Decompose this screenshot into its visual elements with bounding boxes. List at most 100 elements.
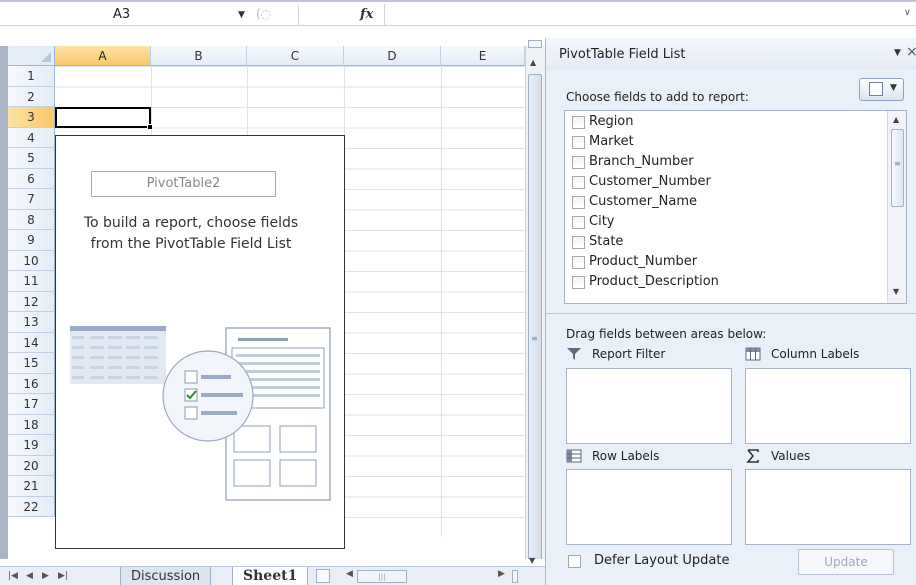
row-header[interactable]: 15 (8, 353, 55, 374)
row-header[interactable]: 4 (8, 127, 55, 148)
sigma-icon (746, 449, 759, 463)
filter-icon (567, 348, 581, 360)
window-left-edge (0, 46, 8, 559)
defer-layout-checkbox[interactable] (568, 555, 581, 568)
fields-scroll-thumb[interactable]: ≡ (891, 129, 904, 207)
drag-fields-label: Drag fields between areas below: (566, 327, 767, 341)
split-box[interactable] (528, 40, 542, 48)
pivot-table-name: PivotTable2 (91, 171, 276, 197)
next-sheet-icon[interactable]: ▶ (42, 569, 49, 583)
column-labels-icon (745, 347, 761, 361)
vertical-scroll-thumb[interactable]: ≡ (528, 74, 542, 559)
vertical-scrollbar[interactable]: ▲ ≡ (525, 46, 545, 559)
column-header-b[interactable]: B (151, 46, 247, 66)
field-checkbox[interactable] (572, 196, 585, 209)
scroll-left-icon[interactable]: ◀ (346, 569, 353, 579)
row-labels-icon (566, 449, 582, 463)
row-header[interactable]: 1 (8, 66, 55, 87)
formula-input[interactable] (384, 4, 904, 26)
report-filter-area[interactable] (566, 368, 732, 444)
expand-formula-bar-icon[interactable]: ∨ (904, 8, 911, 18)
chevron-down-icon: ▼ (890, 83, 897, 93)
fields-list[interactable]: Region Market Branch_Number Customer_Num… (564, 110, 907, 304)
row-header[interactable]: 14 (8, 332, 55, 353)
row-header[interactable]: 12 (8, 291, 55, 312)
column-header-a[interactable]: A (55, 46, 151, 66)
row-header[interactable]: 16 (8, 373, 55, 394)
field-checkbox[interactable] (572, 216, 585, 229)
row-header[interactable]: 6 (8, 168, 55, 189)
field-list-layout-button[interactable]: ▼ (859, 78, 904, 101)
grip-icon: ≡ (531, 334, 538, 343)
pivot-table-placeholder[interactable]: PivotTable2 To build a report, choose fi… (55, 135, 345, 549)
formula-bar: A3 ▼ (◌ fx ∨ (0, 0, 916, 26)
row-header[interactable]: 5 (8, 148, 55, 169)
field-checkbox[interactable] (572, 136, 585, 149)
prev-sheet-icon[interactable]: ◀ (26, 569, 33, 583)
formula-bar-circle-icon: (◌ (256, 7, 272, 21)
update-button[interactable]: Update (798, 549, 894, 575)
defer-layout-label: Defer Layout Update (594, 553, 730, 568)
select-all-button[interactable] (8, 46, 55, 66)
scroll-up-icon[interactable]: ▲ (893, 115, 899, 124)
layout-icon (869, 82, 883, 96)
choose-fields-label: Choose fields to add to report: (566, 90, 749, 104)
name-box[interactable]: A3 (18, 5, 218, 25)
row-header[interactable]: 17 (8, 394, 55, 415)
scroll-down-icon[interactable]: ▼ (893, 287, 899, 296)
panel-divider[interactable] (546, 313, 916, 314)
field-checkbox[interactable] (572, 156, 585, 169)
field-checkbox[interactable] (572, 236, 585, 249)
field-checkbox[interactable] (572, 116, 585, 129)
insert-function-button[interactable]: fx (360, 5, 373, 25)
row-header[interactable]: 19 (8, 435, 55, 456)
row-header-selected[interactable]: 3 (8, 107, 55, 128)
column-header-c[interactable]: C (247, 46, 344, 66)
scroll-up-icon[interactable]: ▲ (530, 58, 536, 67)
pivot-table-illustration-icon (70, 326, 331, 501)
row-header[interactable]: 7 (8, 189, 55, 210)
row-labels-area[interactable] (566, 469, 732, 545)
values-area[interactable] (745, 469, 911, 545)
row-header[interactable]: 9 (8, 230, 55, 251)
row-header[interactable]: 18 (8, 414, 55, 435)
fields-list-scrollbar[interactable]: ▲ ≡ ▼ (887, 111, 906, 303)
tab-sheet1[interactable]: Sheet1 (232, 567, 309, 585)
last-sheet-icon[interactable]: ▶| (58, 569, 68, 583)
worksheet: A B C D E 1 2 3 4 5 6 7 8 9 10 11 12 13 … (0, 26, 545, 559)
close-icon[interactable]: × (906, 44, 916, 60)
scroll-right-icon[interactable]: ▶ (498, 569, 505, 579)
pivot-field-list-panel: PivotTable Field List ▼ × Choose fields … (545, 38, 916, 585)
field-checkbox[interactable] (572, 176, 585, 189)
row-header[interactable]: 11 (8, 271, 55, 292)
formula-bar-separator (298, 5, 299, 25)
grid-column-line (441, 66, 442, 537)
column-header-e[interactable]: E (441, 46, 525, 66)
row-header[interactable]: 20 (8, 455, 55, 476)
horizontal-split-box[interactable] (512, 570, 518, 583)
horizontal-scroll-thumb[interactable]: ||| (357, 570, 407, 583)
field-checkbox[interactable] (572, 276, 585, 289)
column-header-d[interactable]: D (344, 46, 441, 66)
row-header[interactable]: 13 (8, 312, 55, 333)
row-header[interactable]: 8 (8, 209, 55, 230)
panel-menu-icon[interactable]: ▼ (894, 48, 901, 58)
row-header[interactable]: 22 (8, 496, 55, 517)
field-checkbox[interactable] (572, 256, 585, 269)
name-box-dropdown-icon[interactable]: ▼ (238, 6, 245, 24)
sheet-tabs-bar: |◀ ◀ ▶ ▶| Discussion Sheet1 ◀ ||| ▶ (0, 566, 545, 585)
panel-title: PivotTable Field List (559, 47, 686, 62)
scroll-down-icon[interactable]: ▼ (529, 556, 535, 565)
row-header[interactable]: 21 (8, 476, 55, 497)
insert-sheet-icon[interactable] (316, 569, 330, 583)
fill-handle[interactable] (147, 124, 153, 130)
tab-discussion[interactable]: Discussion (120, 567, 212, 585)
row-header[interactable]: 10 (8, 250, 55, 271)
grip-icon: ≡ (894, 159, 901, 168)
panel-title-bar[interactable]: PivotTable Field List ▼ × (546, 38, 916, 70)
first-sheet-icon[interactable]: |◀ (8, 569, 18, 583)
pivot-table-instructions: To build a report, choose fields from th… (83, 215, 299, 252)
row-header[interactable]: 2 (8, 86, 55, 107)
active-cell-a3[interactable] (55, 107, 151, 128)
column-labels-area[interactable] (745, 368, 911, 444)
